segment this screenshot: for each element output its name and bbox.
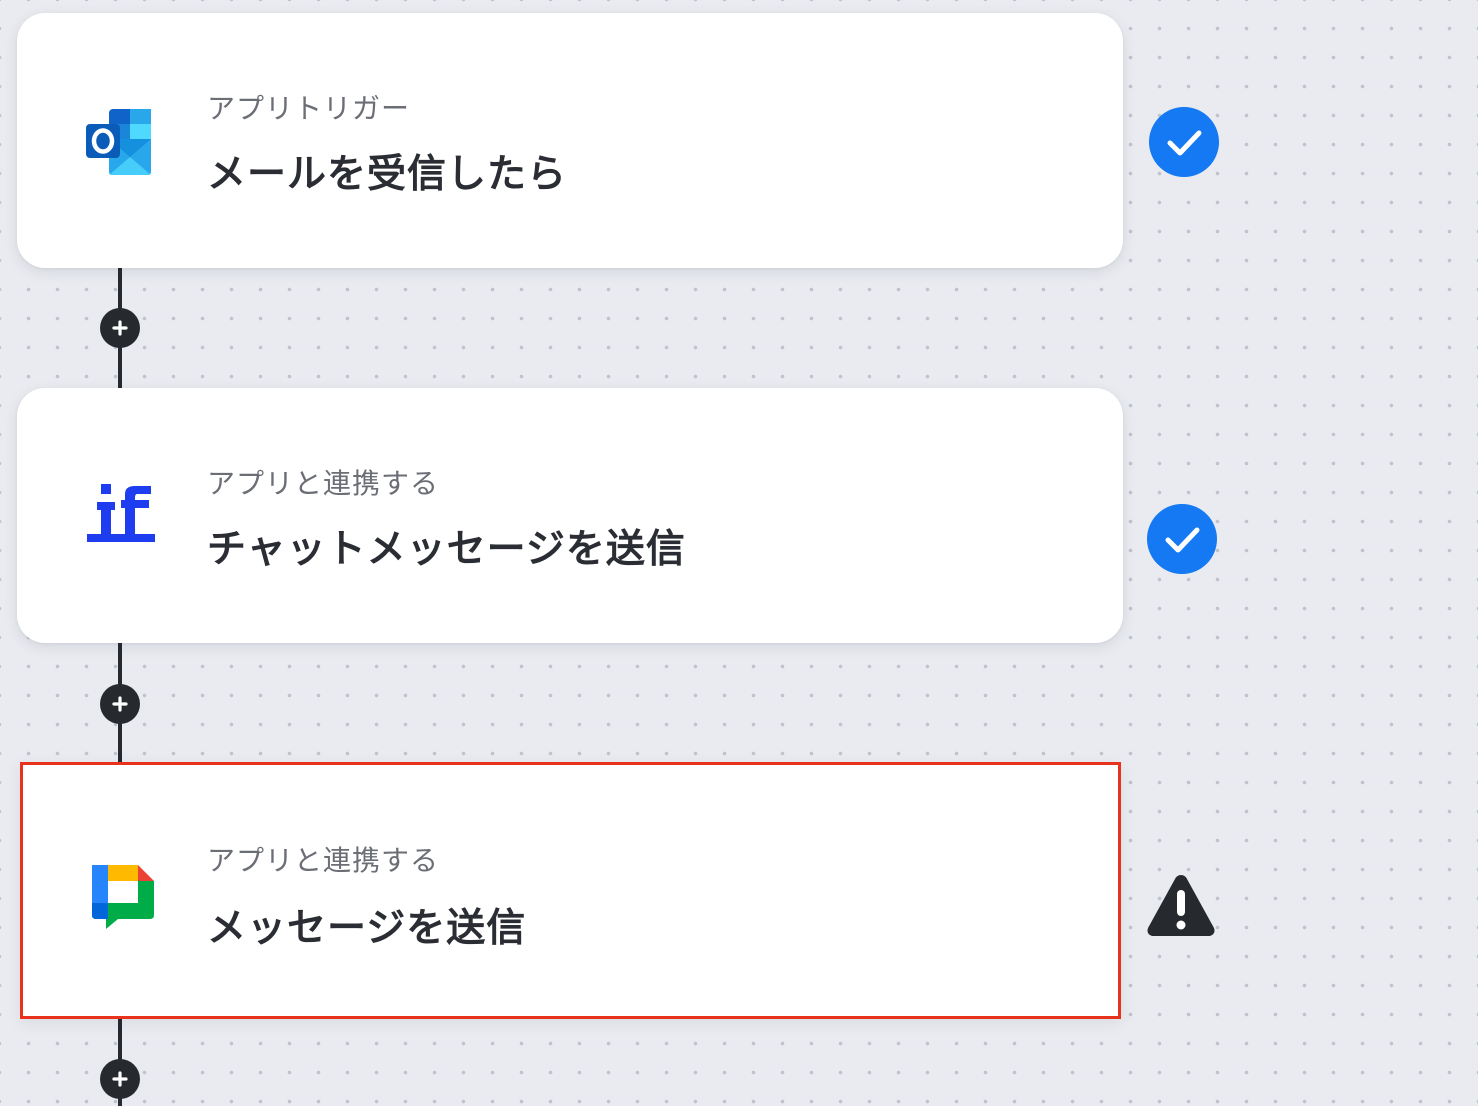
- step-title: メールを受信したら: [207, 152, 568, 197]
- step-card-action[interactable]: アプリと連携する チャットメッセージを送信: [17, 388, 1123, 643]
- step-type-label: アプリトリガー: [207, 92, 411, 125]
- step-title: チャットメッセージを送信: [207, 527, 686, 572]
- check-icon: [1147, 504, 1217, 574]
- step-card-action-selected[interactable]: アプリと連携する メッセージを送信: [20, 762, 1121, 1019]
- step-card-trigger[interactable]: アプリトリガー メールを受信したら: [17, 13, 1123, 268]
- step-type-label: アプリと連携する: [207, 844, 440, 877]
- if-branch-icon: [87, 484, 155, 542]
- plus-icon: [112, 1071, 128, 1087]
- step-title: メッセージを送信: [207, 906, 527, 951]
- check-icon: [1149, 107, 1219, 177]
- plus-icon: [112, 696, 128, 712]
- plus-icon: [112, 320, 128, 336]
- add-step-button[interactable]: [100, 308, 140, 348]
- warning-icon: [1147, 875, 1215, 936]
- add-step-button[interactable]: [100, 684, 140, 724]
- step-type-label: アプリと連携する: [207, 467, 440, 500]
- google-chat-icon: [92, 865, 154, 929]
- workflow-canvas: アプリトリガー メールを受信したら アプリと連携する チャットメッセージを送信 …: [0, 0, 1478, 1106]
- add-step-button[interactable]: [100, 1059, 140, 1099]
- outlook-icon: [86, 109, 151, 175]
